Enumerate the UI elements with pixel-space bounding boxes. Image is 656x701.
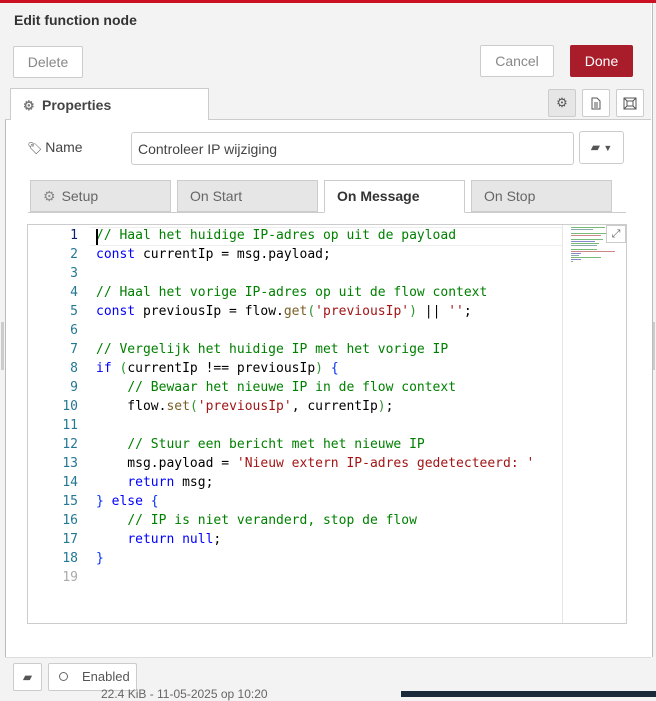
tray-tabbar: ⚙ Properties ⚙	[5, 86, 651, 120]
line-number: 6	[70, 323, 78, 338]
line-number: 1	[70, 228, 78, 243]
line-number: 10	[62, 399, 78, 414]
line-number: 7	[70, 342, 78, 357]
line-number-gutter: 1 2 3 4 5 6 7 8 9 10 11 12 13 14 15 16 17 18 19	[28, 225, 86, 623]
resize-handle-left[interactable]	[1, 322, 4, 370]
gear-icon: ⚙	[43, 188, 56, 204]
caret-down-icon: ▼	[603, 143, 613, 153]
gear-icon: ⚙	[23, 98, 35, 113]
minimap-line	[571, 239, 603, 240]
minimap-line	[571, 245, 597, 246]
text-cursor	[96, 229, 98, 245]
minimap-line	[571, 243, 599, 244]
tray-header: Edit function node	[5, 3, 651, 37]
description-icon	[591, 97, 601, 110]
delete-button[interactable]: Delete	[13, 46, 83, 78]
minimap-line	[571, 255, 579, 256]
line-number: 4	[70, 285, 78, 300]
code-editor[interactable]: 1 2 3 4 5 6 7 8 9 10 11 12 13 14 15 16 17 18 19 // Haal he…	[27, 224, 627, 624]
tag-icon: 🏷︎	[27, 141, 43, 155]
minimap-line	[571, 257, 601, 258]
dialog-title: Edit function node	[14, 12, 137, 28]
code-line: }	[96, 551, 104, 566]
code-line: // Bewaar het nieuwe IP in de flow conte…	[127, 380, 457, 395]
tab-on-start[interactable]: On Start	[177, 180, 318, 212]
line-number: 16	[62, 513, 78, 528]
code-line: msg.payload = 'Nieuw extern IP-adres ged…	[96, 456, 535, 471]
minimap-line	[571, 241, 595, 242]
tab-on-message[interactable]: On Message	[324, 180, 465, 213]
toggle-circle-icon	[59, 672, 68, 681]
line-number: 11	[62, 418, 78, 433]
line-number: 8	[70, 361, 78, 376]
description-tab-button[interactable]	[582, 89, 610, 117]
line-number: 15	[62, 494, 78, 509]
expand-editor-button[interactable]: ⤢	[606, 225, 626, 243]
background-dark-panel	[401, 691, 656, 697]
appearance-tab-button[interactable]	[616, 89, 644, 117]
minimap-line	[571, 251, 615, 252]
code-line: // Vergelijk het huidige IP met het vori…	[96, 342, 449, 357]
line-number: 2	[70, 247, 78, 262]
minimap-line	[571, 229, 593, 230]
gear-icon: ⚙	[556, 95, 568, 110]
settings-tab-button[interactable]: ⚙	[548, 89, 576, 117]
done-button[interactable]: Done	[570, 45, 633, 77]
node-help-button[interactable]: ▰	[13, 663, 42, 691]
line-number: 9	[70, 380, 78, 395]
code-line: return null;	[127, 532, 222, 547]
tab-properties-label: Properties	[42, 97, 112, 113]
book-icon: ▰	[590, 140, 600, 154]
minimap-line	[571, 227, 605, 228]
minimap-line	[571, 235, 601, 236]
line-number: 3	[70, 266, 78, 281]
line-number: 17	[62, 532, 78, 547]
code-line: const currentIp = msg.payload;	[96, 247, 331, 262]
appearance-icon	[623, 97, 637, 110]
function-subtabs: ⚙ Setup On Start On Message On Stop	[28, 180, 626, 213]
minimap-line	[571, 253, 581, 254]
tab-setup-label: Setup	[61, 188, 99, 204]
line-number: 5	[70, 304, 78, 319]
node-icon-picker-button[interactable]: ▰ ▼	[579, 131, 624, 164]
book-icon: ▰	[22, 670, 33, 684]
code-line: } else {	[96, 494, 159, 509]
line-number: 14	[62, 475, 78, 490]
enabled-label: Enabled	[82, 669, 130, 684]
line-number: 13	[62, 456, 78, 471]
name-label: 🏷︎ Name	[27, 139, 83, 155]
minimap-line	[571, 233, 607, 234]
code-line: return msg;	[127, 475, 214, 490]
code-line: // IP is niet veranderd, stop de flow	[127, 513, 417, 528]
tab-properties[interactable]: ⚙ Properties	[10, 88, 209, 120]
tab-setup[interactable]: ⚙ Setup	[30, 180, 171, 212]
code-line: // Haal het huidige IP-adres op uit de p…	[96, 228, 457, 243]
tray-toolbar: Delete Cancel Done	[5, 36, 651, 86]
code-line: const previousIp = flow.get('previousIp'…	[96, 304, 472, 319]
line-number: 18	[62, 551, 78, 566]
code-line: // Haal het vorige IP-adres op uit de fl…	[96, 285, 488, 300]
name-input[interactable]	[131, 132, 574, 165]
minimap-line	[571, 249, 597, 250]
minimap-line	[571, 261, 573, 262]
code-line: flow.set('previousIp', currentIp);	[96, 399, 394, 414]
cancel-button[interactable]: Cancel	[480, 45, 554, 77]
minimap-line	[571, 259, 581, 260]
name-label-text: Name	[45, 139, 83, 155]
line-number: 12	[62, 437, 78, 452]
line-number: 19	[62, 570, 78, 585]
tab-on-stop[interactable]: On Stop	[471, 180, 612, 212]
editor-minimap[interactable]	[562, 225, 626, 623]
code-line: if (currentIp !== previousIp) {	[96, 361, 339, 376]
code-line: // Stuur een bericht met het nieuwe IP	[127, 437, 425, 452]
expand-icon: ⤢	[611, 228, 621, 240]
background-file-info: 22.4 KiB - 11-05-2025 op 10:20	[101, 687, 268, 701]
code-area[interactable]: // Haal het huidige IP-adres op uit de p…	[96, 225, 562, 623]
